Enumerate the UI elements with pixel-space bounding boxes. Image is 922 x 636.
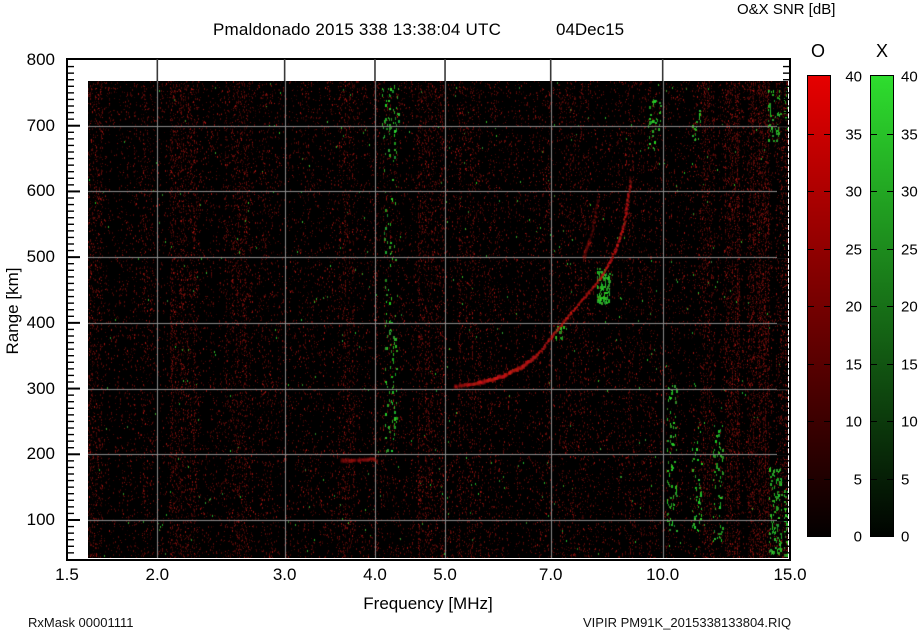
y-tick-label: 800 [5,50,55,70]
plot-date: 04Dec15 [556,20,624,40]
colorbar-o-tick-label: 35 [832,126,862,143]
colorbar-tick-mark [887,191,893,192]
colorbar-tick-mark [808,479,814,480]
colorbar-o-tick-label: 20 [832,299,862,316]
colorbar-tick-mark [824,364,830,365]
colorbar-o-tick-label: 40 [832,69,862,86]
colorbar-tick-mark [887,364,893,365]
y-tick-label: 700 [5,116,55,136]
colorbar-tick-mark [887,306,893,307]
colorbar-tick-mark [808,421,814,422]
colorbar-tick-mark [871,364,877,365]
colorbar-o-tick-label: 0 [832,529,862,546]
colorbar-tick-mark [808,306,814,307]
x-tick-label: 3.0 [273,565,297,585]
x-tick-label: 10.0 [646,565,679,585]
ionogram-heatmap [88,81,788,558]
colorbar-tick-mark [824,479,830,480]
colorbar-o-tick-label: 15 [832,356,862,373]
x-tick-label: 1.5 [55,565,79,585]
colorbar-tick-mark [824,134,830,135]
colorbar-tick-mark [871,421,877,422]
colorbar-tick-mark [808,134,814,135]
colorbar-tick-mark [871,134,877,135]
colorbar-tick-mark [871,306,877,307]
colorbar-tick-mark [808,191,814,192]
x-tick-label: 5.0 [433,565,457,585]
colorbar-x-tick-label: 25 [901,241,918,258]
colorbar-o-tick-label: 10 [832,414,862,431]
x-tick-label: 15.0 [773,565,806,585]
colorbar-o-tick-label: 5 [832,471,862,488]
colorbar-x-tick-label: 30 [901,184,918,201]
colorbar-tick-mark [824,249,830,250]
y-tick-label: 100 [5,510,55,530]
colorbar-tick-mark [808,249,814,250]
colorbar-tick-mark [887,249,893,250]
colorbar-tick-mark [824,191,830,192]
colorbar-x-tick-label: 20 [901,299,918,316]
colorbar-x-tick-label: 0 [901,529,909,546]
colorbar-o-header: O [811,41,825,62]
colorbar-tick-mark [871,249,877,250]
y-axis-title: Range [km] [3,166,23,456]
colorbar-tick-mark [871,191,877,192]
colorbar-tick-mark [824,306,830,307]
colorbar-tick-mark [887,479,893,480]
colorbar-tick-mark [824,421,830,422]
colorbar-x-tick-label: 15 [901,356,918,373]
colorbar-x-header: X [876,41,888,62]
x-tick-label: 7.0 [539,565,563,585]
colorbar-x-tick-label: 5 [901,471,909,488]
colorbar-tick-mark [887,421,893,422]
colorbar-tick-mark [887,134,893,135]
colorbar-o-tick-label: 25 [832,241,862,258]
x-tick-label: 2.0 [146,565,170,585]
colorbar-x-tick-label: 10 [901,414,918,431]
footer-rxmask: RxMask 00001111 [28,615,134,630]
ionogram-page: Pmaldonado 2015 338 13:38:04 UTC 04Dec15… [0,0,922,636]
colorbar-o-tick-label: 30 [832,184,862,201]
x-tick-label: 4.0 [363,565,387,585]
colorbar-tick-mark [871,479,877,480]
colorbar-x-tick-label: 35 [901,126,918,143]
colorbar-x-tick-label: 40 [901,69,918,86]
plot-title: Pmaldonado 2015 338 13:38:04 UTC [213,20,501,40]
colorbar-tick-mark [808,364,814,365]
footer-filename: VIPIR PM91K_2015338133804.RIQ [583,615,791,630]
colorbar-title: O&X SNR [dB] [737,1,835,18]
x-axis-title: Frequency [MHz] [288,594,568,614]
